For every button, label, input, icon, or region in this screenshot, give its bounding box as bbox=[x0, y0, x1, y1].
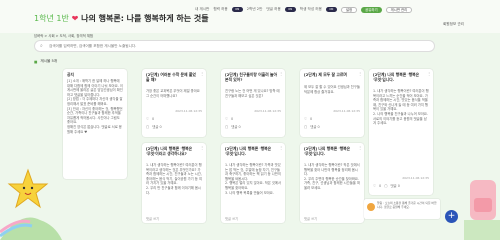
post-actions: ♡ 0 bbox=[146, 117, 154, 121]
share-button[interactable]: 공유하기 bbox=[361, 6, 382, 13]
post-body: 1. 내가 생각하는 행복이란? 여러분이 행복이라고 느끼는 순간을 적어 보… bbox=[373, 89, 429, 126]
search-icon: ⌕ bbox=[40, 43, 43, 49]
add-post-button[interactable]: + bbox=[445, 210, 458, 223]
post-title: [2단계] 나의 행복론 '행복은 '무엇'입니다. bbox=[225, 146, 272, 156]
more-icon[interactable]: ⋮ bbox=[279, 145, 283, 150]
like-count: 0 bbox=[310, 117, 313, 121]
notification-banner: 알림 : 오늘의 소통을 통해 즐거운 시간이 되길 바랍니다. 댓글로 응원해… bbox=[364, 199, 440, 219]
comment-count: 댓글 0 bbox=[152, 125, 162, 129]
post-card[interactable]: [2단계] 제 모두 잘 고르며 ⋮ 제 모두 잘 할 수 있어요 선생님과 친… bbox=[300, 69, 364, 137]
search-box[interactable]: ⌕ bbox=[34, 40, 435, 52]
more-icon[interactable]: ⋮ bbox=[358, 145, 362, 150]
post-body: 1. 내가 생각하는 행복이란? 가족과 맛있는 밥 먹는 것, 주말에 늦잠 … bbox=[225, 163, 281, 195]
search-input[interactable] bbox=[49, 41, 419, 51]
comment-count: 댓글 0 bbox=[231, 125, 241, 129]
toolbar-item-student[interactable]: 학생 작성 허용 bbox=[300, 7, 322, 12]
comment-actions: ▢ 댓글 0 bbox=[146, 124, 162, 130]
post-date: 2023.11.06 12:35 bbox=[402, 176, 429, 180]
board-icon: ■ bbox=[34, 59, 38, 64]
like-count: 0 bbox=[379, 183, 382, 188]
more-icon[interactable]: ⋮ bbox=[200, 145, 204, 150]
header-bar: 내 게시판 협력 허용 ON 2학년 2반 댓글 허용 ON 학생 작성 허용 … bbox=[0, 0, 500, 33]
notice-title: 공지 bbox=[67, 72, 74, 77]
my-info-link[interactable]: 회원정보 관리 bbox=[443, 22, 464, 27]
post-date: 2023.11.06 12:35 bbox=[333, 109, 360, 113]
post-card[interactable]: [2단계] 나의 행복론 '행복은 '무엇'이라고 생각하나요? ⋮ 1. 내가… bbox=[142, 143, 206, 223]
stats-bar: ■ 게시물 5개 bbox=[34, 59, 57, 64]
post-actions: ♡ 0 bbox=[225, 117, 233, 121]
post-card[interactable]: [2단계] 친구들이랑 어울려 놀아 본적 있어? ⋮ 친구랑 노는 건 어떤 … bbox=[221, 69, 285, 137]
comment-icon[interactable]: ▢ bbox=[225, 125, 228, 129]
reply-link[interactable]: 댓글 쓰기 bbox=[304, 216, 317, 221]
notice-card[interactable]: 공지 [1] 소개 : 매학기 한 달에 하나 행복에 대해 다함께 함께 이야… bbox=[63, 69, 127, 179]
title-text: 나의 행복론: 나를 행복하게 하는 것들 bbox=[81, 14, 209, 23]
toolbar-item-collab[interactable]: 협력 허용 bbox=[213, 7, 227, 12]
post-card[interactable]: [2단계] 나의 행복론 '행복은 '무엇'입니다. ⋮ 1. 내가 생각하는 … bbox=[221, 143, 285, 223]
toggle-comment[interactable]: ON bbox=[284, 7, 296, 12]
toolbar-item-comment[interactable]: 댓글 허용 bbox=[266, 7, 280, 12]
post-body: 친구랑 노는 건 어떤 게 있나요? 방학 때 친구들과 해보고 싶은 것은? bbox=[225, 89, 280, 98]
star-mascot-illustration bbox=[0, 168, 62, 240]
comment-actions: ▢ 댓글 0 bbox=[304, 124, 320, 130]
post-title: [2단계] 여러분 수학 문제 풀었을 때? bbox=[146, 72, 196, 82]
toolbar-item-board[interactable]: 내 게시판 bbox=[195, 7, 209, 12]
post-date: 2023.11.06 12:35 bbox=[254, 109, 281, 113]
page-title: 1학년 1반 ❤ 나의 행복론: 나를 행복하게 하는 것들 bbox=[34, 13, 209, 24]
reply-link[interactable]: 댓글 쓰기 bbox=[225, 216, 238, 221]
like-icon[interactable]: ♡ bbox=[304, 117, 307, 121]
like-count: 0 bbox=[152, 117, 155, 121]
grade-label: 1학년 1반 bbox=[34, 14, 69, 23]
post-actions: ♡ 0 ▢ 댓글 0 bbox=[373, 183, 400, 189]
more-icon[interactable]: ⋮ bbox=[427, 71, 431, 76]
post-actions: ♡ 0 bbox=[304, 117, 312, 121]
post-title: [2단계] 나의 행복론 '행복은 '무엇'입니다. bbox=[373, 72, 420, 82]
breadcrumb: 담벼락 > 사회 > 도덕, 사회, 창의적 체험 bbox=[34, 34, 94, 38]
post-card[interactable]: [2단계] 나의 행복론 '행복은 '무엇'입니다. ⋮ 1. 내가 생각하는 … bbox=[369, 69, 433, 195]
comment-icon[interactable]: ▢ bbox=[384, 184, 387, 188]
top-toolbar: 내 게시판 협력 허용 ON 2학년 2반 댓글 허용 ON 학생 작성 허용 … bbox=[195, 5, 413, 14]
post-count: 게시물 5개 bbox=[40, 59, 58, 63]
post-card[interactable]: [2단계] 여러분 수학 문제 풀었을 때? ⋮ 가장 좋은 교과목은 무엇이 … bbox=[142, 69, 206, 137]
more-icon[interactable]: ⋮ bbox=[200, 71, 204, 76]
toggle-collab[interactable]: ON bbox=[231, 7, 243, 12]
post-body: 제 모두 잘 할 수 있어요 선생님과 친구들 덕분에 항상 즐거워요. bbox=[304, 85, 360, 94]
post-body: 1. 내가 생각하는 행복이란? 여러분이 행복이라고 생각하는 것은 무엇인가… bbox=[146, 163, 202, 195]
comment-count: 댓글 0 bbox=[310, 125, 320, 129]
post-body: 1. 내가 생각하는 행복이란? 작은 것에서 행복을 찾아 나만의 행복을 정… bbox=[304, 163, 360, 190]
comment-count: 댓글 0 bbox=[390, 184, 400, 188]
post-title: [2단계] 제 모두 잘 고르며 bbox=[304, 72, 347, 77]
comment-icon[interactable]: ▢ bbox=[304, 125, 307, 129]
toolbar-item-class[interactable]: 2학년 2반 bbox=[247, 7, 263, 12]
notice-text: [1] 소개 : 매학기 한 달에 하나 행복에 대해 다함께 함께 이야기 나… bbox=[67, 79, 123, 134]
heart-icon: ❤ bbox=[71, 14, 79, 23]
comment-actions: ▢ 댓글 0 bbox=[225, 124, 241, 130]
comment-icon[interactable]: ▢ bbox=[146, 125, 149, 129]
more-icon[interactable]: ⋮ bbox=[279, 71, 283, 76]
like-icon[interactable]: ♡ bbox=[373, 184, 376, 188]
bell-icon bbox=[367, 203, 375, 211]
reply-link[interactable]: 댓글 쓰기 bbox=[146, 216, 159, 221]
like-icon[interactable]: ♡ bbox=[146, 117, 149, 121]
post-title: [2단계] 나의 행복론 '행복은 '무엇'이라고 생각하나요? bbox=[146, 146, 193, 156]
post-body: 가장 좋은 교과목은 무엇이 제일 좋아요 그 순간이 어떠했나요? bbox=[146, 89, 200, 98]
like-count: 0 bbox=[231, 117, 234, 121]
board-manage-button[interactable]: 게시판 관리 bbox=[385, 6, 413, 13]
like-icon[interactable]: ♡ bbox=[225, 117, 228, 121]
more-icon[interactable]: ⋮ bbox=[358, 71, 362, 76]
banner-text: 알림 : 오늘의 소통을 통해 즐거운 시간이 되길 바랍니다. 댓글로 응원해… bbox=[377, 201, 437, 209]
post-date: 2023.11.06 12:35 bbox=[175, 109, 202, 113]
backpack-illustration bbox=[464, 180, 500, 240]
settings-button[interactable]: 설정 bbox=[340, 6, 358, 13]
toggle-student[interactable]: ON bbox=[325, 7, 337, 12]
post-card[interactable]: [2단계] 나의 행복론 '행복은 '무엇'입니다. ⋮ 1. 내가 생각하는 … bbox=[300, 143, 364, 223]
post-title: [2단계] 나의 행복론 '행복은 '무엇'입니다. bbox=[304, 146, 351, 156]
post-title: [2단계] 친구들이랑 어울려 놀아 본적 있어? bbox=[225, 72, 277, 82]
